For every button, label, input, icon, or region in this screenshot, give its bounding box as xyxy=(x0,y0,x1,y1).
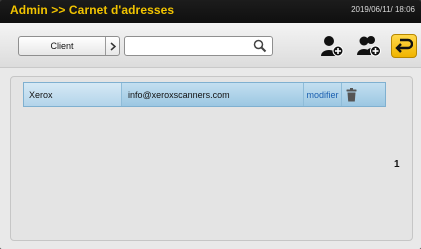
add-group-icon xyxy=(356,36,381,57)
entry-name[interactable]: Xerox xyxy=(24,83,122,106)
address-list: Xerox info@xeroxscanners.com modifier xyxy=(10,76,413,241)
title-bar: Admin >> Carnet d'adresses 2019/06/11/ 1… xyxy=(0,0,421,23)
table-row[interactable]: Xerox info@xeroxscanners.com modifier xyxy=(23,82,386,107)
entry-email[interactable]: info@xeroxscanners.com xyxy=(122,83,304,106)
category-label: Client xyxy=(50,41,74,51)
category-select[interactable]: Client xyxy=(18,36,120,56)
chevron-right-icon[interactable] xyxy=(105,37,119,55)
add-user-button[interactable] xyxy=(318,34,345,58)
search-input[interactable] xyxy=(129,39,249,53)
delete-button[interactable] xyxy=(342,83,385,106)
modify-link[interactable]: modifier xyxy=(304,83,342,106)
back-button[interactable] xyxy=(391,34,417,58)
search-field[interactable] xyxy=(124,36,273,56)
trash-icon xyxy=(346,87,357,101)
toolbar: Client xyxy=(0,23,421,68)
screen: Admin >> Carnet d'adresses 2019/06/11/ 1… xyxy=(0,0,421,249)
add-group-button[interactable] xyxy=(355,34,382,58)
datetime: 2019/06/11/ 18:06 xyxy=(351,5,415,14)
page-title: Admin >> Carnet d'adresses xyxy=(10,3,175,17)
back-icon xyxy=(395,38,413,53)
add-user-icon xyxy=(320,36,343,57)
search-icon[interactable] xyxy=(253,39,267,53)
page-number: 1 xyxy=(394,159,400,170)
